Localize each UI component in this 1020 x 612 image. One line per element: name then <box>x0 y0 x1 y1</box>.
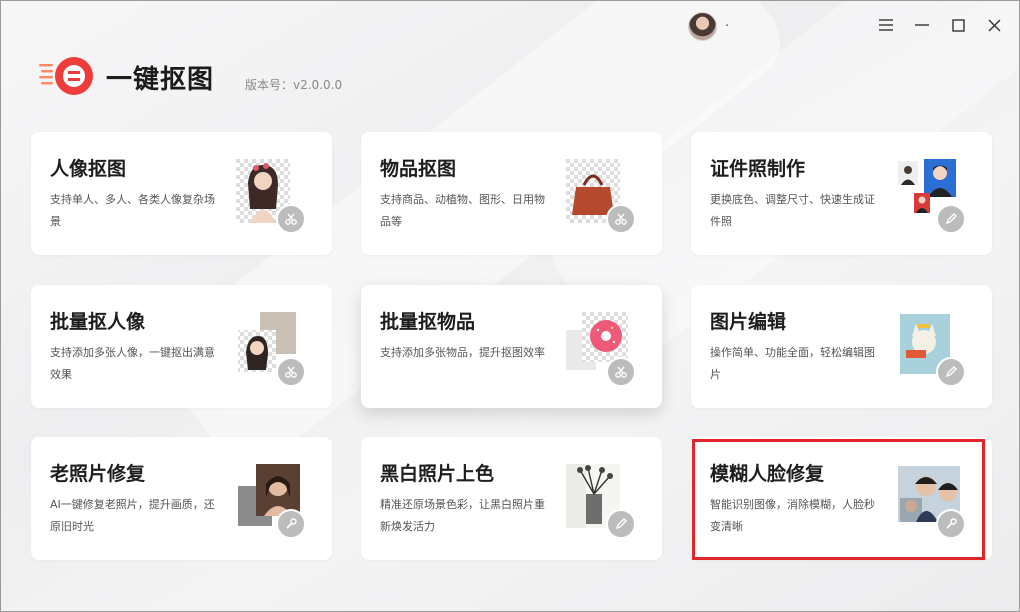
card-blurry-face-repair[interactable]: 模糊人脸修复 智能识别图像，消除模糊，人脸秒变清晰 <box>691 437 992 560</box>
scissors-icon <box>276 357 306 387</box>
version-label: 版本号：v2.0.0.0 <box>245 78 343 92</box>
card-old-photo-repair[interactable]: 老照片修复 AI一键修复老照片，提升画质，还原旧时光 <box>31 437 332 560</box>
card-title: 模糊人脸修复 <box>710 463 825 485</box>
wrench-icon <box>276 509 306 539</box>
card-description: 操作简单、功能全面，轻松编辑图片 <box>710 346 875 381</box>
app-window: . 一键抠图 版本号：v2.0.0.0 人像抠图 支持单人、多人、各类人像复杂场… <box>0 0 1020 612</box>
card-description: 支持单人、多人、各类人像复杂场景 <box>50 193 215 228</box>
close-icon <box>988 19 1000 31</box>
card-title: 人像抠图 <box>50 158 127 180</box>
card-id-photo[interactable]: 证件照制作 更换底色、调整尺寸、快速生成证件照 <box>691 132 992 255</box>
card-title: 物品抠图 <box>380 158 457 180</box>
username[interactable]: . <box>725 15 729 30</box>
card-description: 支持添加多张物品，提升抠图效率 <box>380 346 545 359</box>
card-batch-portrait[interactable]: 批量抠人像 支持添加多张人像，一键抠出满意效果 <box>31 285 332 408</box>
card-batch-object[interactable]: 批量抠物品 支持添加多张物品，提升抠图效率 <box>361 285 662 408</box>
card-description: 精准还原场景色彩，让黑白照片重新焕发活力 <box>380 498 545 533</box>
pencil-icon <box>936 204 966 234</box>
card-image-edit[interactable]: 图片编辑 操作简单、功能全面，轻松编辑图片 <box>691 285 992 408</box>
minimize-button[interactable] <box>908 11 936 39</box>
card-title: 黑白照片上色 <box>380 463 495 485</box>
card-title: 图片编辑 <box>710 311 787 333</box>
card-title: 证件照制作 <box>710 158 806 180</box>
minimize-icon <box>915 24 929 26</box>
menu-icon <box>879 19 893 31</box>
maximize-icon <box>951 18 965 32</box>
user-avatar[interactable] <box>688 12 717 41</box>
card-description: 支持商品、动植物、图形、日用物品等 <box>380 193 545 228</box>
scissors-icon <box>276 204 306 234</box>
card-title: 批量抠人像 <box>50 311 146 333</box>
card-object-cutout[interactable]: 物品抠图 支持商品、动植物、图形、日用物品等 <box>361 132 662 255</box>
card-title: 老照片修复 <box>50 463 146 485</box>
maximize-button[interactable] <box>944 11 972 39</box>
card-portrait-cutout[interactable]: 人像抠图 支持单人、多人、各类人像复杂场景 <box>31 132 332 255</box>
pencil-icon <box>936 357 966 387</box>
menu-button[interactable] <box>872 11 900 39</box>
app-title: 一键抠图 <box>106 65 215 95</box>
wrench-icon <box>936 509 966 539</box>
app-logo-icon <box>39 57 93 95</box>
scissors-icon <box>606 357 636 387</box>
card-description: 智能识别图像，消除模糊，人脸秒变清晰 <box>710 498 875 533</box>
pencil-icon <box>606 509 636 539</box>
card-description: AI一键修复老照片，提升画质，还原旧时光 <box>50 498 215 533</box>
card-title: 批量抠物品 <box>380 311 476 333</box>
close-button[interactable] <box>980 11 1008 39</box>
card-description: 支持添加多张人像，一键抠出满意效果 <box>50 346 215 381</box>
card-description: 更换底色、调整尺寸、快速生成证件照 <box>710 193 875 228</box>
card-colorize[interactable]: 黑白照片上色 精准还原场景色彩，让黑白照片重新焕发活力 <box>361 437 662 560</box>
scissors-icon <box>606 204 636 234</box>
